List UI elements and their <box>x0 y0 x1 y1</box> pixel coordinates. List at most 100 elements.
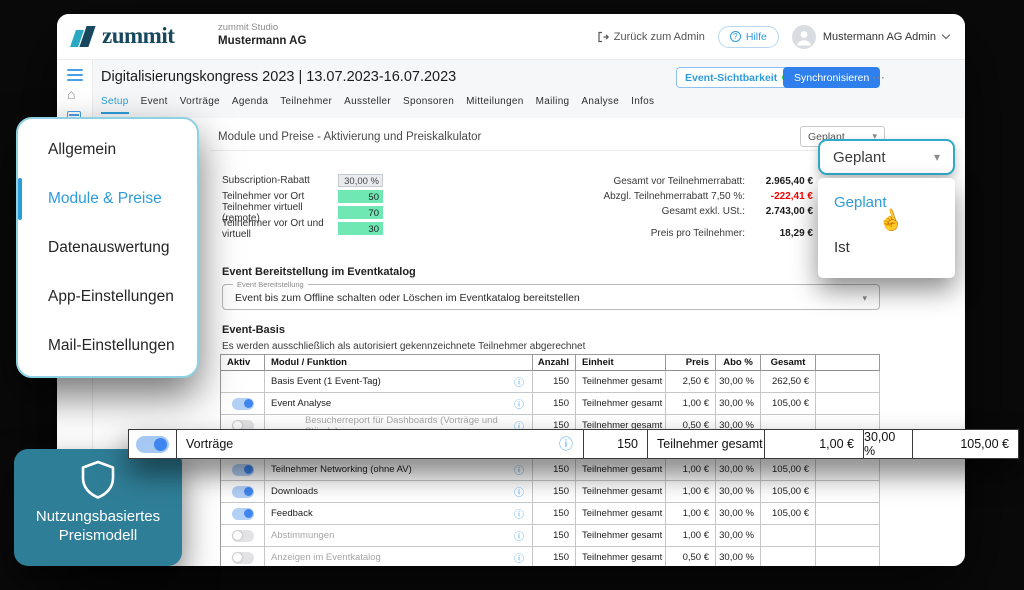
info-icon[interactable]: ⓘ <box>514 528 524 543</box>
sidebar-item-app-einstellungen[interactable]: App-Einstellungen <box>18 275 197 319</box>
calc-field-row: Teilnehmer vor Ort und virtuell30 <box>222 222 383 235</box>
toggle-event-analyse[interactable] <box>232 398 254 410</box>
home-icon[interactable]: ⌂ <box>67 87 75 101</box>
tab-mailing[interactable]: Mailing <box>536 96 570 114</box>
vortraege-row-zoomed: Vorträge ⓘ 150 Teilnehmer gesamt 1,00 € … <box>128 429 1019 459</box>
info-icon[interactable]: ⓘ <box>514 550 524 565</box>
calc-field-label: Teilnehmer vor Ort und virtuell <box>222 218 338 240</box>
provisioning-select-value: Event bis zum Offline schalten oder Lösc… <box>235 292 580 304</box>
info-icon[interactable]: ⓘ <box>514 374 524 389</box>
filler-cell <box>816 393 880 415</box>
promo-line-2: Preismodell <box>36 526 160 545</box>
dropdown-option-ist[interactable]: Ist <box>834 239 850 256</box>
aktiv-cell <box>221 547 265 566</box>
filler-cell <box>816 525 880 547</box>
help-label: Hilfe <box>746 31 767 43</box>
calculator-fields: Subscription-Rabatt30,00 % Teilnehmer vor… <box>222 174 383 238</box>
filler-cell <box>816 547 880 566</box>
event-title: Digitalisierungskongress 2023 | 13.07.20… <box>101 69 456 85</box>
subscription-rabatt-input[interactable]: 30,00 % <box>338 174 383 187</box>
user-menu[interactable]: Mustermann AG Admin <box>792 25 949 49</box>
vortraege-toggle[interactable] <box>136 436 169 453</box>
teilnehmer-virtuell-remote-input[interactable]: 70 <box>338 206 383 219</box>
preis-cell: 1,00 € <box>666 481 716 503</box>
vortraege-name-cell: Vorträge ⓘ <box>177 430 584 458</box>
einheit-cell: Teilnehmer gesamt <box>576 393 666 415</box>
more-icon[interactable]: ⋯ <box>872 70 886 86</box>
einheit-cell: Teilnehmer gesamt <box>576 525 666 547</box>
tab-agenda[interactable]: Agenda <box>232 96 268 114</box>
module-name: Anzeigen im Eventkatalog <box>271 552 381 563</box>
provisioning-select[interactable]: Event Bereitstellung Event bis zum Offli… <box>222 284 880 310</box>
tab-analyse[interactable]: Analyse <box>581 96 619 114</box>
dropdown-option-geplant[interactable]: Geplant <box>834 194 887 211</box>
toggle-abstimmungen[interactable] <box>232 530 254 542</box>
synchronize-button[interactable]: Synchronisieren <box>783 67 880 88</box>
col-header-aktiv: Aktiv <box>221 355 265 371</box>
help-icon: ? <box>730 31 741 42</box>
aktiv-cell <box>221 393 265 415</box>
module-name: Basis Event (1 Event-Tag) <box>271 376 381 387</box>
tab-infos[interactable]: Infos <box>631 96 654 114</box>
sidebar-item-module-preise[interactable]: Module & Preise <box>18 177 197 221</box>
back-to-admin-link[interactable]: Zurück zum Admin <box>597 31 705 43</box>
exit-icon <box>597 31 609 43</box>
summary-label: Preis pro Teilnehmer: <box>543 228 745 239</box>
chevron-down-icon <box>942 31 950 39</box>
help-button[interactable]: ? Hilfe <box>718 26 779 48</box>
mode-select-zoomed[interactable]: Geplant ▾ <box>818 139 955 175</box>
gesamt-cell: 262,50 € <box>761 371 816 393</box>
col-header-abo: Abo % <box>716 355 761 371</box>
toggle-feedback[interactable] <box>232 508 254 520</box>
brand[interactable]: zummit <box>71 23 174 49</box>
info-icon[interactable]: ⓘ <box>514 506 524 521</box>
info-icon[interactable]: ⓘ <box>559 434 573 454</box>
info-icon[interactable]: ⓘ <box>514 462 524 477</box>
filler-cell <box>816 459 880 481</box>
teilnehmer-vor-ort-und-virtuell-input[interactable]: 30 <box>338 222 383 235</box>
screenshot-canvas: zummit zummit Studio Mustermann AG Zurüc… <box>0 0 1024 590</box>
table-row-basis-event-1-event-tag: Basis Event (1 Event-Tag)ⓘ150Teilnehmer … <box>221 371 880 393</box>
tab-aussteller[interactable]: Aussteller <box>344 96 391 114</box>
preis-cell: 2,50 € <box>666 371 716 393</box>
table-row-feedback: Feedbackⓘ150Teilnehmer gesamt1,00 €30,00… <box>221 503 880 525</box>
aktiv-cell <box>221 459 265 481</box>
gesamt-value: 105,00 € <box>913 430 1018 458</box>
tab-mitteilungen[interactable]: Mitteilungen <box>466 96 524 114</box>
tab-sponsoren[interactable]: Sponsoren <box>403 96 454 114</box>
workspace-info: zummit Studio Mustermann AG <box>218 22 306 47</box>
content-area: Digitalisierungskongress 2023 | 13.07.20… <box>93 60 965 566</box>
info-icon[interactable]: ⓘ <box>514 484 524 499</box>
col-header-filler <box>816 355 880 371</box>
tab-teilnehmer[interactable]: Teilnehmer <box>280 96 332 114</box>
modul-cell: Feedbackⓘ <box>265 503 533 525</box>
sidebar-item-allgemein[interactable]: Allgemein <box>18 128 197 172</box>
modul-cell: Teilnehmer Networking (ohne AV)ⓘ <box>265 459 533 481</box>
teilnehmer-vor-ort-input[interactable]: 50 <box>338 190 383 203</box>
org-name: Mustermann AG <box>218 35 306 47</box>
menu-icon[interactable] <box>67 69 83 84</box>
tab-setup[interactable]: Setup <box>101 96 129 114</box>
summary-label: Abzgl. Teilnehmerrabatt 7,50 %: <box>543 191 745 202</box>
toggle-teilnehmer-networking-ohne-av[interactable] <box>232 464 254 476</box>
event-basis-note: Es werden ausschließlich als autorisiert… <box>222 341 585 352</box>
info-icon[interactable]: ⓘ <box>514 396 524 411</box>
gesamt-cell <box>761 525 816 547</box>
module-name: Downloads <box>271 486 318 497</box>
col-header-preis: Preis <box>666 355 716 371</box>
event-basis-heading: Event-Basis <box>222 324 285 336</box>
sidebar-item-mail-einstellungen[interactable]: Mail-Einstellungen <box>18 324 197 368</box>
summary-row: Abzgl. Teilnehmerrabatt 7,50 %:-222,41 € <box>543 189 813 204</box>
einheit-cell: Teilnehmer gesamt <box>576 459 666 481</box>
sidebar-item-datenauswertung[interactable]: Datenauswertung <box>18 226 197 270</box>
preis-cell: 1,00 € <box>666 503 716 525</box>
tab-event[interactable]: Event <box>141 96 168 114</box>
filler-cell <box>816 481 880 503</box>
toggle-anzeigen-im-eventkatalog[interactable] <box>232 552 254 564</box>
toggle-downloads[interactable] <box>232 486 254 498</box>
tab-vortr-ge[interactable]: Vorträge <box>180 96 220 114</box>
anzahl-cell: 150 <box>533 481 576 503</box>
calc-field-row: Subscription-Rabatt30,00 % <box>222 174 383 187</box>
table-row-event-analyse: Event Analyseⓘ150Teilnehmer gesamt1,00 €… <box>221 393 880 415</box>
gesamt-cell: 105,00 € <box>761 481 816 503</box>
